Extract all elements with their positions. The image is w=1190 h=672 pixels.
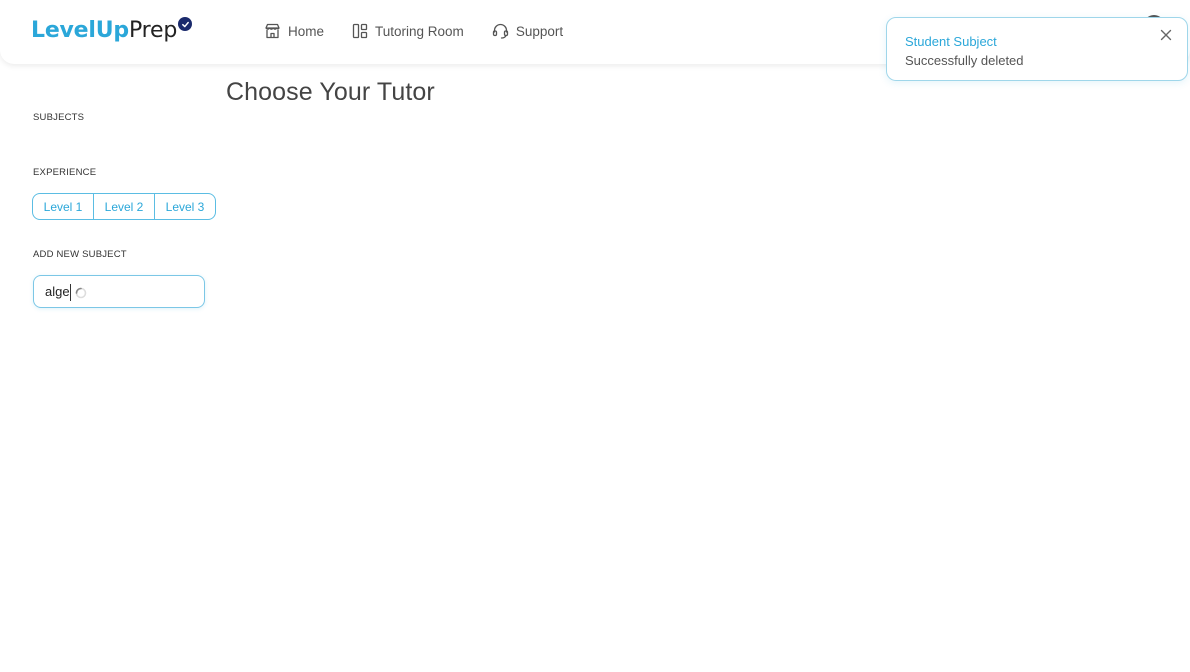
add-subject-input[interactable]: alge (33, 275, 205, 308)
store-icon (264, 23, 281, 39)
toast-notification: Student Subject Successfully deleted (886, 17, 1188, 81)
verified-check-icon (178, 17, 193, 31)
add-new-subject-heading: ADD NEW SUBJECT (33, 249, 127, 260)
layout-icon (352, 23, 368, 39)
nav-home-label: Home (288, 23, 325, 39)
logo-text-levelup: LevelUp (31, 18, 129, 43)
level-3-button[interactable]: Level 3 (154, 193, 216, 220)
nav-tutoring-room[interactable]: Tutoring Room (352, 20, 464, 42)
page-title: Choose Your Tutor (226, 78, 435, 106)
levelupprep-logo[interactable]: LevelUp Prep (31, 17, 193, 48)
text-caret (70, 284, 71, 301)
toast-message: Successfully deleted (905, 53, 1024, 68)
level-2-button[interactable]: Level 2 (93, 193, 155, 220)
experience-level-group: Level 1 Level 2 Level 3 (32, 193, 216, 220)
add-subject-input-value: alge (45, 284, 70, 299)
toast-title: Student Subject (905, 34, 997, 49)
main-nav: Home Tutoring Room Support (264, 20, 563, 42)
loading-spinner-icon (75, 286, 87, 299)
logo-text-prep: Prep (128, 18, 178, 43)
subjects-heading: SUBJECTS (33, 112, 85, 123)
nav-support-label: Support (515, 23, 564, 39)
nav-tutoring-room-label: Tutoring Room (375, 23, 464, 39)
nav-support[interactable]: Support (492, 20, 563, 42)
level-1-button[interactable]: Level 1 (32, 193, 94, 220)
headset-icon (492, 23, 509, 39)
experience-heading: EXPERIENCE (33, 167, 97, 178)
nav-home[interactable]: Home (264, 20, 324, 42)
close-icon[interactable] (1159, 28, 1173, 42)
